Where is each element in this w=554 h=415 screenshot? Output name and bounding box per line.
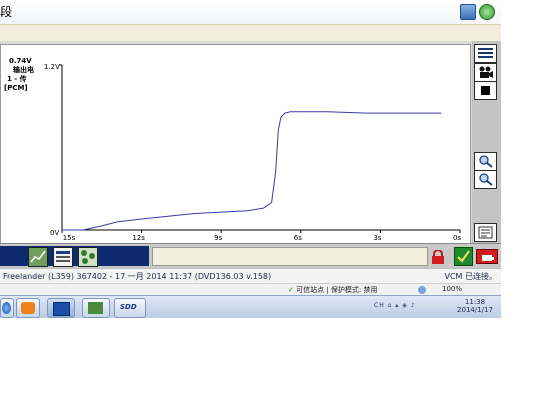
chart-side-toolbar	[472, 41, 501, 243]
message-field	[152, 247, 428, 266]
sdd-label: SDD	[120, 303, 137, 311]
vehicle-info: Freelander (L359) 367402 - 17 一月 2014 11…	[3, 272, 272, 281]
tools-icon	[88, 302, 103, 314]
x-tick-label: 0s	[453, 234, 461, 242]
monitor-icon[interactable]	[460, 4, 476, 20]
zoom-icon[interactable]	[418, 286, 426, 294]
clock[interactable]: 11:38 2014/1/17	[452, 298, 498, 314]
x-tick-label: 15s	[63, 234, 76, 242]
title-bar: 段	[0, 0, 501, 24]
app-window-icon	[53, 302, 70, 316]
zoom-in-icon[interactable]	[474, 152, 497, 171]
x-tick-label: 12s	[132, 234, 145, 242]
zone-label: 可信站点 | 保护模式: 禁用	[296, 286, 378, 294]
check-icon: ✓	[288, 286, 294, 294]
chart-plot: 1.2V 0V 15s 12s 9s 6s 3s 0s	[44, 63, 461, 242]
series-line	[62, 111, 442, 231]
ie-taskbar-button[interactable]	[0, 298, 14, 318]
lock-icon	[431, 249, 445, 264]
status-blue-band	[0, 246, 149, 266]
zoom-level[interactable]: 100%	[442, 285, 462, 293]
y-bottom-label: 0V	[50, 229, 59, 237]
settings-icon[interactable]	[474, 223, 497, 242]
network-icon[interactable]	[78, 247, 98, 267]
camera-icon[interactable]	[474, 63, 497, 82]
x-tick-label: 6s	[294, 234, 302, 242]
x-tick-label: 3s	[373, 234, 381, 242]
screen: 段 0.74V 输出电 1 - 传 [PCM] 1.2V 0V 15s 12s 9s…	[0, 0, 501, 318]
clock-time: 11:38	[464, 298, 486, 306]
vcm-status: VCM 已连接。	[444, 272, 497, 281]
media-icon	[21, 302, 35, 314]
tools-taskbar-button[interactable]	[82, 298, 110, 318]
help-icon[interactable]	[479, 4, 495, 20]
battery-icon[interactable]	[476, 249, 498, 264]
sdd-app-taskbar-button[interactable]	[47, 298, 75, 318]
table-icon[interactable]	[53, 247, 73, 267]
vcm-icon[interactable]	[454, 247, 473, 266]
system-tray[interactable]: CH ⌂ ▴ ◈ ♪	[374, 302, 416, 309]
x-tick-label: 9s	[214, 234, 222, 242]
window-title: 段	[0, 5, 13, 19]
y-top-label: 1.2V	[44, 63, 60, 71]
vehicle-info-bar: Freelander (L359) 367402 - 17 一月 2014 11…	[0, 268, 501, 283]
zone-text: ✓ 可信站点 | 保护模式: 禁用	[288, 285, 378, 295]
clock-date: 2014/1/17	[457, 306, 493, 314]
stop-icon[interactable]	[474, 81, 497, 100]
list-icon[interactable]	[474, 44, 497, 63]
graph-icon[interactable]	[28, 247, 48, 267]
taskbar: SDD CH ⌂ ▴ ◈ ♪ 11:38 2014/1/17	[0, 295, 501, 318]
status-bar	[0, 243, 501, 268]
media-taskbar-button[interactable]	[16, 298, 40, 318]
toolbar-strip	[0, 24, 501, 42]
chart-frame: 0.74V 输出电 1 - 传 [PCM] 1.2V 0V 15s 12s 9s 6s…	[0, 41, 501, 244]
sdd-taskbar-button[interactable]: SDD	[114, 298, 146, 318]
chart-area: 0.74V 输出电 1 - 传 [PCM] 1.2V 0V 15s 12s 9s 6s…	[0, 44, 471, 244]
zoom-out-icon[interactable]	[474, 170, 497, 189]
